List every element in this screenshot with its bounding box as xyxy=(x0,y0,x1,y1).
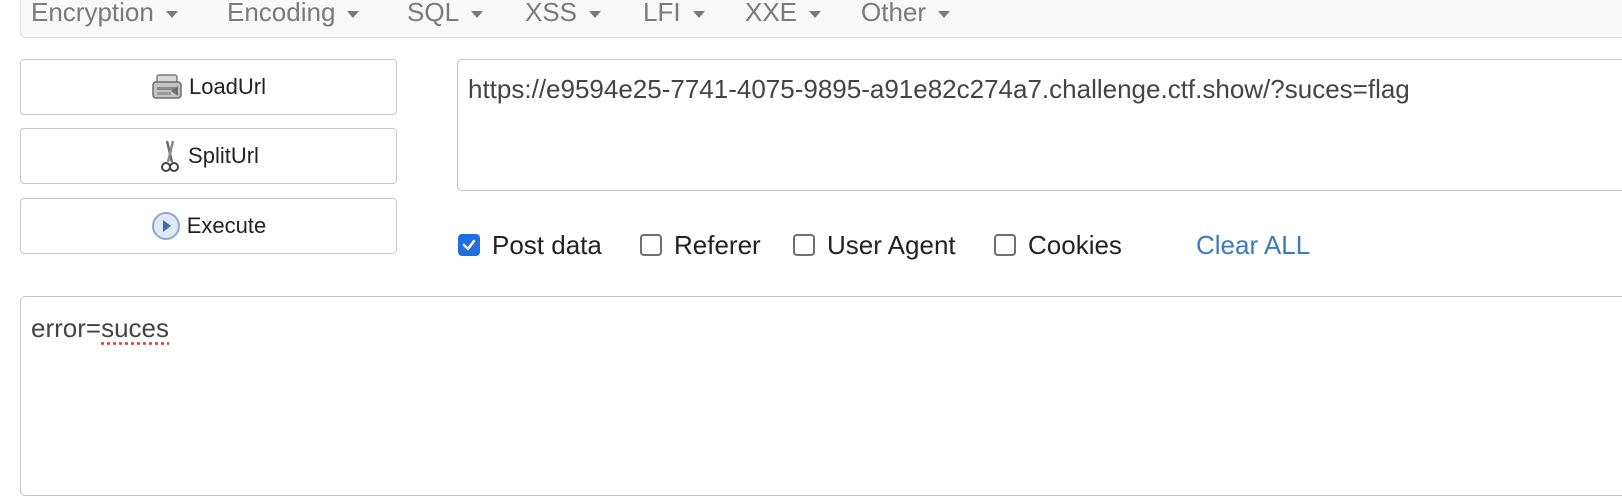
menu-lfi[interactable]: LFI xyxy=(643,0,705,28)
menu-label: Encoding xyxy=(227,0,335,27)
cookies-checkbox[interactable] xyxy=(994,234,1016,256)
caret-down-icon xyxy=(471,11,483,18)
load-url-label: LoadUrl xyxy=(189,74,266,100)
post-data-option[interactable]: Post data xyxy=(458,230,602,260)
post-data-checkbox[interactable] xyxy=(458,234,480,256)
scissors-icon xyxy=(158,138,182,174)
cookies-option[interactable]: Cookies xyxy=(994,230,1122,260)
split-url-label: SplitUrl xyxy=(188,143,259,169)
post-data-prefix: error= xyxy=(31,313,101,343)
user-agent-option[interactable]: User Agent xyxy=(793,230,956,260)
menu-label: Encryption xyxy=(31,0,154,27)
referer-option[interactable]: Referer xyxy=(640,230,761,260)
caret-down-icon xyxy=(693,11,705,18)
play-icon xyxy=(151,211,181,241)
user-agent-checkbox[interactable] xyxy=(793,234,815,256)
caret-down-icon xyxy=(589,11,601,18)
hackbar-menu: Encryption Encoding SQL XSS LFI XXE Othe… xyxy=(20,0,1622,38)
menu-label: Other xyxy=(861,0,926,27)
url-value: https://e9594e25-7741-4075-9895-a91e82c2… xyxy=(468,74,1410,104)
misspelled-word: suces xyxy=(101,313,169,343)
post-data-label: Post data xyxy=(492,230,602,261)
menu-sql[interactable]: SQL xyxy=(407,0,483,28)
menu-label: LFI xyxy=(643,0,681,27)
caret-down-icon xyxy=(809,11,821,18)
referer-label: Referer xyxy=(674,230,761,261)
url-input[interactable]: https://e9594e25-7741-4075-9895-a91e82c2… xyxy=(457,59,1622,191)
menu-label: SQL xyxy=(407,0,459,27)
execute-label: Execute xyxy=(187,213,267,239)
caret-down-icon xyxy=(938,11,950,18)
split-url-button[interactable]: SplitUrl xyxy=(20,128,397,184)
caret-down-icon xyxy=(166,11,178,18)
load-url-icon xyxy=(151,73,183,101)
post-data-input[interactable]: error=suces xyxy=(20,296,1622,496)
caret-down-icon xyxy=(347,11,359,18)
menu-label: XXE xyxy=(745,0,797,27)
menu-encryption[interactable]: Encryption xyxy=(31,0,178,28)
clear-all-link[interactable]: Clear ALL xyxy=(1196,230,1310,261)
user-agent-label: User Agent xyxy=(827,230,956,261)
referer-checkbox[interactable] xyxy=(640,234,662,256)
execute-button[interactable]: Execute xyxy=(20,198,397,254)
menu-xss[interactable]: XSS xyxy=(525,0,601,28)
cookies-label: Cookies xyxy=(1028,230,1122,261)
load-url-button[interactable]: LoadUrl xyxy=(20,59,397,115)
menu-other[interactable]: Other xyxy=(861,0,950,28)
menu-xxe[interactable]: XXE xyxy=(745,0,821,28)
menu-label: XSS xyxy=(525,0,577,27)
menu-encoding[interactable]: Encoding xyxy=(227,0,359,28)
